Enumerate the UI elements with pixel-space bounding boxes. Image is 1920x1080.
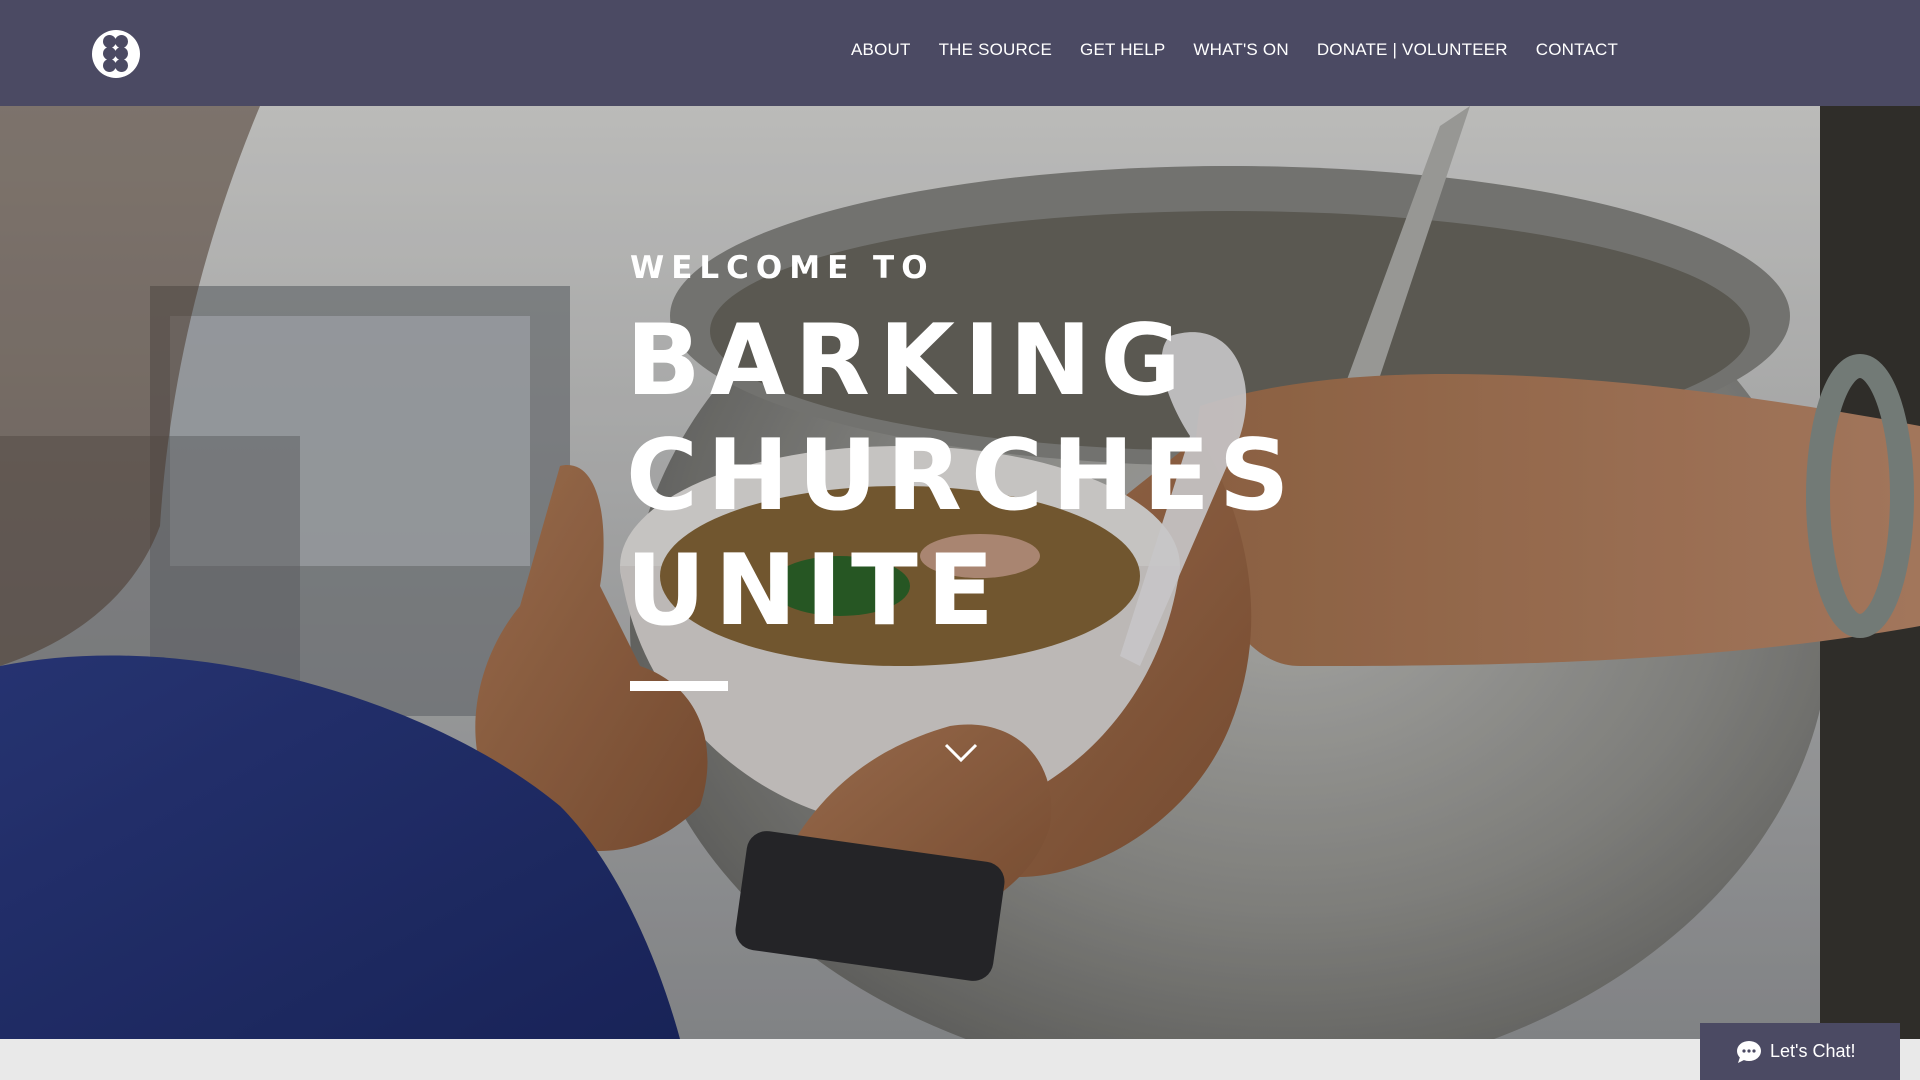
hero-section: WELCOME TO BARKING CHURCHES UNITE [0, 106, 1920, 1039]
nav-about[interactable]: ABOUT [851, 40, 911, 60]
footer-strip [0, 1039, 1920, 1080]
chat-label: Let's Chat! [1770, 1041, 1856, 1061]
hero-title-underline [630, 681, 728, 691]
main-nav: ABOUT THE SOURCE GET HELP WHAT'S ON DONA… [851, 40, 1618, 60]
nav-donate-volunteer[interactable]: DONATE | VOLUNTEER [1317, 40, 1508, 60]
hero-title-line-1: BARKING [626, 304, 1190, 418]
chat-button[interactable]: Let's Chat! [1700, 1023, 1900, 1080]
hero-welcome-text: WELCOME TO [630, 250, 935, 286]
nav-the-source[interactable]: THE SOURCE [939, 40, 1052, 60]
hero-title-line-3: UNITE [626, 534, 1003, 648]
nav-contact[interactable]: CONTACT [1536, 40, 1618, 60]
nav-get-help[interactable]: GET HELP [1080, 40, 1165, 60]
chat-bubble-icon [1737, 1041, 1761, 1063]
site-header: ABOUT THE SOURCE GET HELP WHAT'S ON DONA… [0, 0, 1920, 106]
dots-cluster-logo-icon[interactable] [92, 30, 140, 78]
nav-whats-on[interactable]: WHAT'S ON [1193, 40, 1288, 60]
hero-title-line-2: CHURCHES [626, 419, 1299, 533]
chevron-down-icon[interactable] [944, 742, 978, 764]
